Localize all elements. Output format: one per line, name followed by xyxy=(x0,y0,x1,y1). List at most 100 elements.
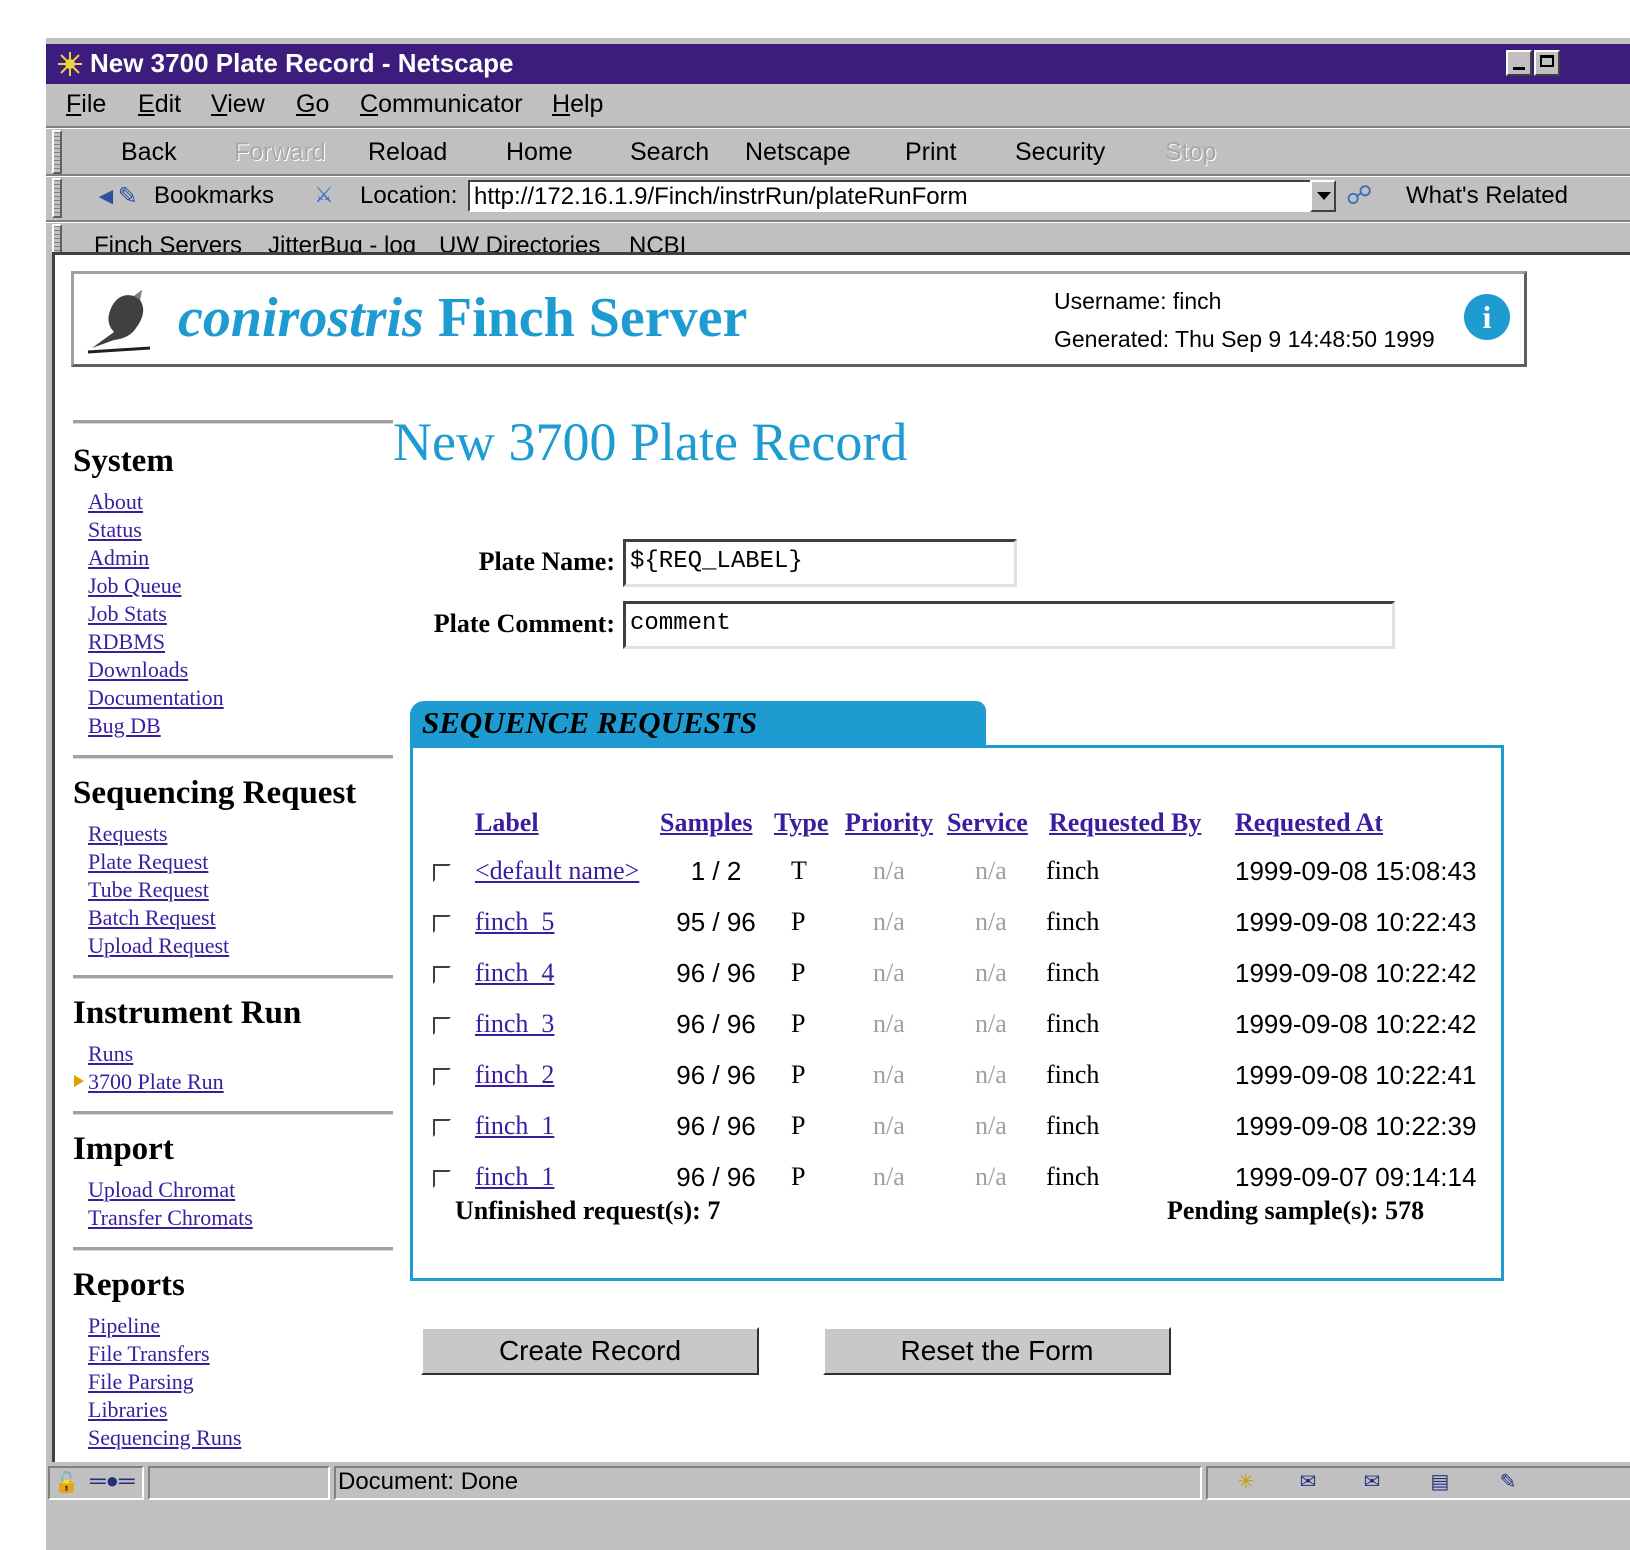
sidebar-item-libraries[interactable]: Libraries xyxy=(88,1397,167,1423)
menu-go[interactable]: Go xyxy=(296,90,329,119)
row-checkbox[interactable] xyxy=(433,1170,451,1188)
request-label-link[interactable]: <default name> xyxy=(475,856,639,886)
minimize-button[interactable] xyxy=(1506,50,1532,76)
bookmarks-icon: ◄✎ xyxy=(94,183,138,210)
column-header-samples[interactable]: Samples xyxy=(660,808,752,838)
request-label-link[interactable]: finch_5 xyxy=(475,907,554,937)
sidebar-item-admin[interactable]: Admin xyxy=(88,545,149,571)
reset-form-button[interactable]: Reset the Form xyxy=(823,1327,1171,1375)
sidebar-item-documentation[interactable]: Documentation xyxy=(88,685,224,711)
search-button[interactable]: Search xyxy=(630,138,709,167)
row-checkbox[interactable] xyxy=(433,864,451,882)
table-row: finch_1 96 / 96 Pn/a n/a finch 1999-09-08 10:… xyxy=(413,1107,1503,1157)
create-record-button[interactable]: Create Record xyxy=(421,1327,759,1375)
sidebar-item-downloads[interactable]: Downloads xyxy=(88,657,188,683)
sidebar-item-runs[interactable]: Runs xyxy=(88,1041,133,1067)
sidebar-item-3700-plate-run[interactable]: 3700 Plate Run xyxy=(88,1069,224,1095)
sidebar-item-requests[interactable]: Requests xyxy=(88,821,167,847)
forward-button[interactable]: Forward xyxy=(234,138,326,167)
menu-edit[interactable]: Edit xyxy=(138,90,181,119)
row-checkbox[interactable] xyxy=(433,915,451,933)
sidebar-item-job-stats[interactable]: Job Stats xyxy=(88,601,167,627)
toolbar-grip[interactable] xyxy=(52,178,62,218)
location-icon[interactable]: ⚔ xyxy=(314,182,334,208)
sidebar-item-rdbms[interactable]: RDBMS xyxy=(88,629,165,655)
address-book-icon[interactable]: ▤ xyxy=(1426,1470,1454,1494)
cell-priority: n/a xyxy=(873,1060,905,1089)
mail-icon[interactable]: ✉ xyxy=(1294,1470,1322,1494)
sidebar-heading-system: System xyxy=(73,443,174,479)
row-checkbox[interactable] xyxy=(433,966,451,984)
sidebar-item-file-parsing[interactable]: File Parsing xyxy=(88,1369,194,1395)
bookmarks-button[interactable]: Bookmarks xyxy=(154,182,274,210)
info-icon[interactable]: i xyxy=(1464,294,1510,340)
browser-window: New 3700 Plate Record - Netscape File Ed… xyxy=(44,38,1630,1550)
sidebar-item-batch-request[interactable]: Batch Request xyxy=(88,905,216,931)
stop-button[interactable]: Stop xyxy=(1165,138,1216,167)
request-label-link[interactable]: finch_1 xyxy=(475,1162,554,1192)
table-row: <default name> 1 / 2 Tn/a n/a finch 1999-09-0… xyxy=(413,852,1503,902)
home-button[interactable]: Home xyxy=(506,138,573,167)
cell-at: 1999-09-08 10:22:42 xyxy=(1235,958,1477,988)
sidebar-item-upload-chromat[interactable]: Upload Chromat xyxy=(88,1177,235,1203)
row-checkbox[interactable] xyxy=(433,1017,451,1035)
sidebar-item-file-transfers[interactable]: File Transfers xyxy=(88,1341,210,1367)
menu-communicator[interactable]: Communicator xyxy=(360,90,523,119)
cell-priority: n/a xyxy=(873,1009,905,1038)
menu-help[interactable]: Help xyxy=(552,90,603,119)
navigator-icon[interactable]: ✳ xyxy=(1232,1470,1260,1494)
row-checkbox[interactable] xyxy=(433,1119,451,1137)
netscape-icon xyxy=(56,50,84,78)
url-dropdown-button[interactable] xyxy=(1310,180,1336,212)
cell-samples: 1 / 2 xyxy=(690,856,742,886)
sidebar-heading-instrument-run: Instrument Run xyxy=(73,995,302,1031)
menu-file[interactable]: File xyxy=(66,90,106,119)
maximize-button[interactable] xyxy=(1534,50,1560,76)
cell-service: n/a xyxy=(975,1111,1007,1140)
plate-name-input[interactable]: ${REQ_LABEL} xyxy=(623,539,1017,587)
sidebar-item-job-queue[interactable]: Job Queue xyxy=(88,573,181,599)
plate-comment-input[interactable]: comment xyxy=(623,601,1395,649)
security-button[interactable]: Security xyxy=(1015,138,1105,167)
request-label-link[interactable]: finch_2 xyxy=(475,1060,554,1090)
cell-priority: n/a xyxy=(873,1111,905,1140)
table-row: finch_5 95 / 96 Pn/a n/a finch 1999-09-08 10:… xyxy=(413,903,1503,953)
cell-service: n/a xyxy=(975,907,1007,936)
column-header-label[interactable]: Label xyxy=(475,808,539,838)
netscape-button[interactable]: Netscape xyxy=(745,138,851,167)
toolbar-grip[interactable] xyxy=(52,130,62,174)
column-header-type[interactable]: Type xyxy=(774,808,828,838)
sidebar-item-plate-request[interactable]: Plate Request xyxy=(88,849,208,875)
security-indicator[interactable]: 🔓 ═●═ xyxy=(48,1466,144,1500)
sidebar-item-bug-db[interactable]: Bug DB xyxy=(88,713,161,739)
table-row: finch_4 96 / 96 Pn/a n/a finch 1999-09-08 10:… xyxy=(413,954,1503,1004)
sidebar-item-upload-request[interactable]: Upload Request xyxy=(88,933,229,959)
whats-related-button[interactable]: What's Related xyxy=(1406,182,1568,210)
sidebar-item-status[interactable]: Status xyxy=(88,517,142,543)
cell-by: finch xyxy=(1046,1060,1100,1089)
finch-logo xyxy=(87,290,151,354)
reload-button[interactable]: Reload xyxy=(368,138,447,167)
request-label-link[interactable]: finch_3 xyxy=(475,1009,554,1039)
column-header-priority[interactable]: Priority xyxy=(845,808,933,838)
request-label-link[interactable]: finch_4 xyxy=(475,958,554,988)
print-button[interactable]: Print xyxy=(905,138,956,167)
request-label-link[interactable]: finch_1 xyxy=(475,1111,554,1141)
window-title: New 3700 Plate Record - Netscape xyxy=(90,48,514,78)
sidebar-item-tube-request[interactable]: Tube Request xyxy=(88,877,209,903)
related-icon: ☍ xyxy=(1346,180,1373,210)
column-header-service[interactable]: Service xyxy=(947,808,1028,838)
column-header-requested-by[interactable]: Requested By xyxy=(1049,808,1201,838)
newsgroups-icon[interactable]: ✉ xyxy=(1358,1470,1386,1494)
row-checkbox[interactable] xyxy=(433,1068,451,1086)
sidebar-item-sequencing-runs[interactable]: Sequencing Runs xyxy=(88,1425,241,1451)
menu-view[interactable]: View xyxy=(211,90,265,119)
composer-icon[interactable]: ✎ xyxy=(1494,1470,1522,1494)
divider xyxy=(73,1111,393,1115)
sidebar-item-pipeline[interactable]: Pipeline xyxy=(88,1313,160,1339)
sidebar-item-about[interactable]: About xyxy=(88,489,143,515)
sidebar-item-transfer-chromats[interactable]: Transfer Chromats xyxy=(88,1205,253,1231)
back-button[interactable]: Back xyxy=(121,138,177,167)
url-input[interactable]: http://172.16.1.9/Finch/instrRun/plateRu… xyxy=(468,180,1326,212)
column-header-requested-at[interactable]: Requested At xyxy=(1235,808,1383,838)
